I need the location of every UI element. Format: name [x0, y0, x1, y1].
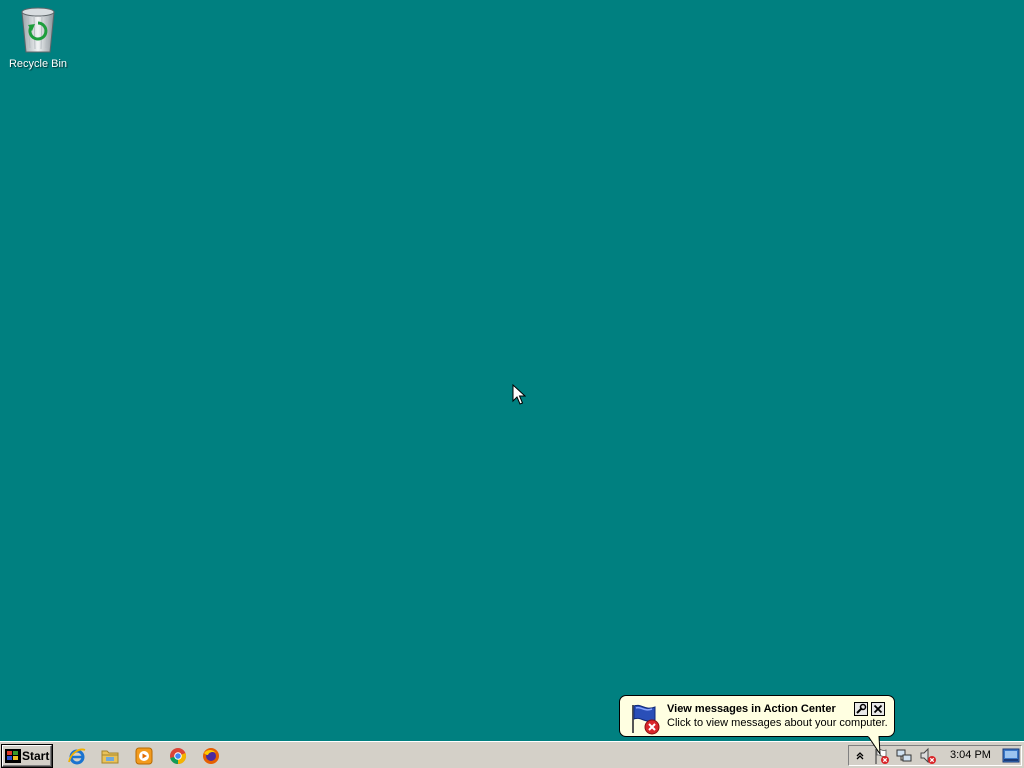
media-player-icon	[135, 747, 153, 765]
close-icon	[873, 704, 883, 714]
quicklaunch-chrome[interactable]	[168, 746, 188, 766]
quicklaunch-internet-explorer[interactable]	[67, 746, 87, 766]
clock[interactable]: 3:04 PM	[950, 749, 991, 761]
quicklaunch-firefox[interactable]	[201, 746, 221, 766]
tray-network[interactable]	[895, 747, 913, 765]
balloon-options-button[interactable]	[854, 702, 868, 716]
start-button[interactable]: Start	[2, 745, 52, 767]
balloon-title: View messages in Action Center	[667, 703, 836, 715]
balloon-close-button[interactable]	[871, 702, 885, 716]
folder-icon	[101, 750, 119, 764]
action-center-flag-icon	[632, 704, 660, 735]
tray-volume[interactable]	[919, 747, 937, 765]
recycle-bin-label: Recycle Bin	[8, 58, 68, 70]
desktop-icon-recycle-bin[interactable]: Recycle Bin	[6, 4, 70, 74]
start-label: Start	[22, 749, 50, 763]
system-tray: 3:04 PM	[848, 745, 1022, 766]
action-center-flag-icon	[875, 748, 889, 764]
taskbar: Start 3:04 PM	[0, 741, 1024, 768]
chrome-icon	[170, 748, 187, 765]
windows-logo-icon	[5, 749, 21, 763]
firefox-icon	[203, 748, 219, 764]
mouse-cursor	[512, 384, 526, 405]
internet-explorer-icon	[68, 748, 86, 765]
desktop[interactable]: Recycle Bin View messages in Action Cent…	[0, 0, 1024, 741]
balloon-message: Click to view messages about your comput…	[667, 717, 888, 729]
show-desktop-icon[interactable]	[1002, 748, 1020, 764]
quicklaunch-media-player[interactable]	[134, 746, 154, 766]
recycle-bin-icon	[21, 7, 55, 53]
show-hidden-icons-icon	[856, 752, 864, 760]
action-center-notification[interactable]: View messages in Action Center Click to …	[619, 695, 895, 737]
tray-action-center[interactable]	[873, 747, 891, 765]
network-icon	[896, 749, 912, 762]
show-hidden-icons-button[interactable]	[851, 747, 869, 765]
wrench-icon	[856, 703, 867, 714]
quicklaunch-file-explorer[interactable]	[100, 746, 120, 766]
volume-muted-icon	[920, 747, 936, 764]
